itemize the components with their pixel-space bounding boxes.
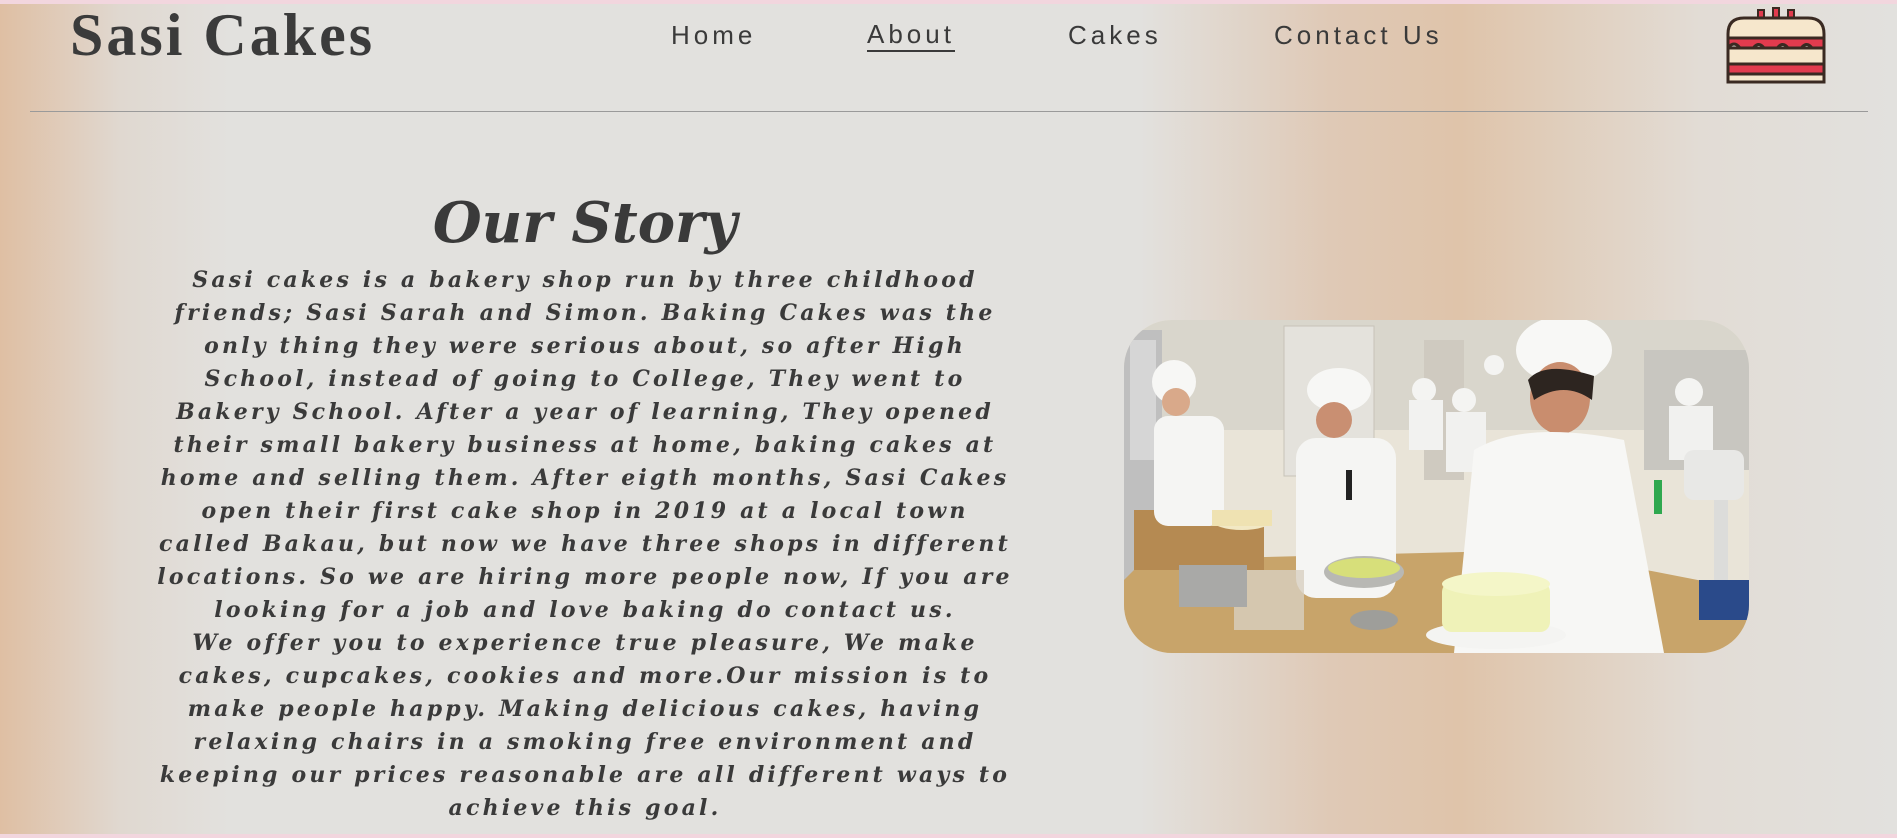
bottom-border: [0, 834, 1897, 838]
story-paragraph-1: Sasi cakes is a bakery shop run by three…: [157, 267, 1013, 623]
cake-icon[interactable]: [1722, 4, 1830, 86]
nav-contact-link[interactable]: Contact Us: [1274, 18, 1443, 52]
nav-about-link[interactable]: About: [867, 18, 955, 52]
main-nav: Home About Cakes Contact Us: [0, 18, 1897, 58]
nav-home-link[interactable]: Home: [671, 18, 756, 52]
nav-cakes-link[interactable]: Cakes: [1068, 18, 1162, 52]
bakery-kitchen-photo: [1124, 320, 1749, 653]
story-paragraph-2: We offer you to experience true pleasure…: [159, 630, 1011, 821]
story-text: Sasi cakes is a bakery shop run by three…: [150, 264, 1020, 825]
header-divider: [30, 111, 1868, 112]
story-title: Our Story: [432, 190, 738, 256]
